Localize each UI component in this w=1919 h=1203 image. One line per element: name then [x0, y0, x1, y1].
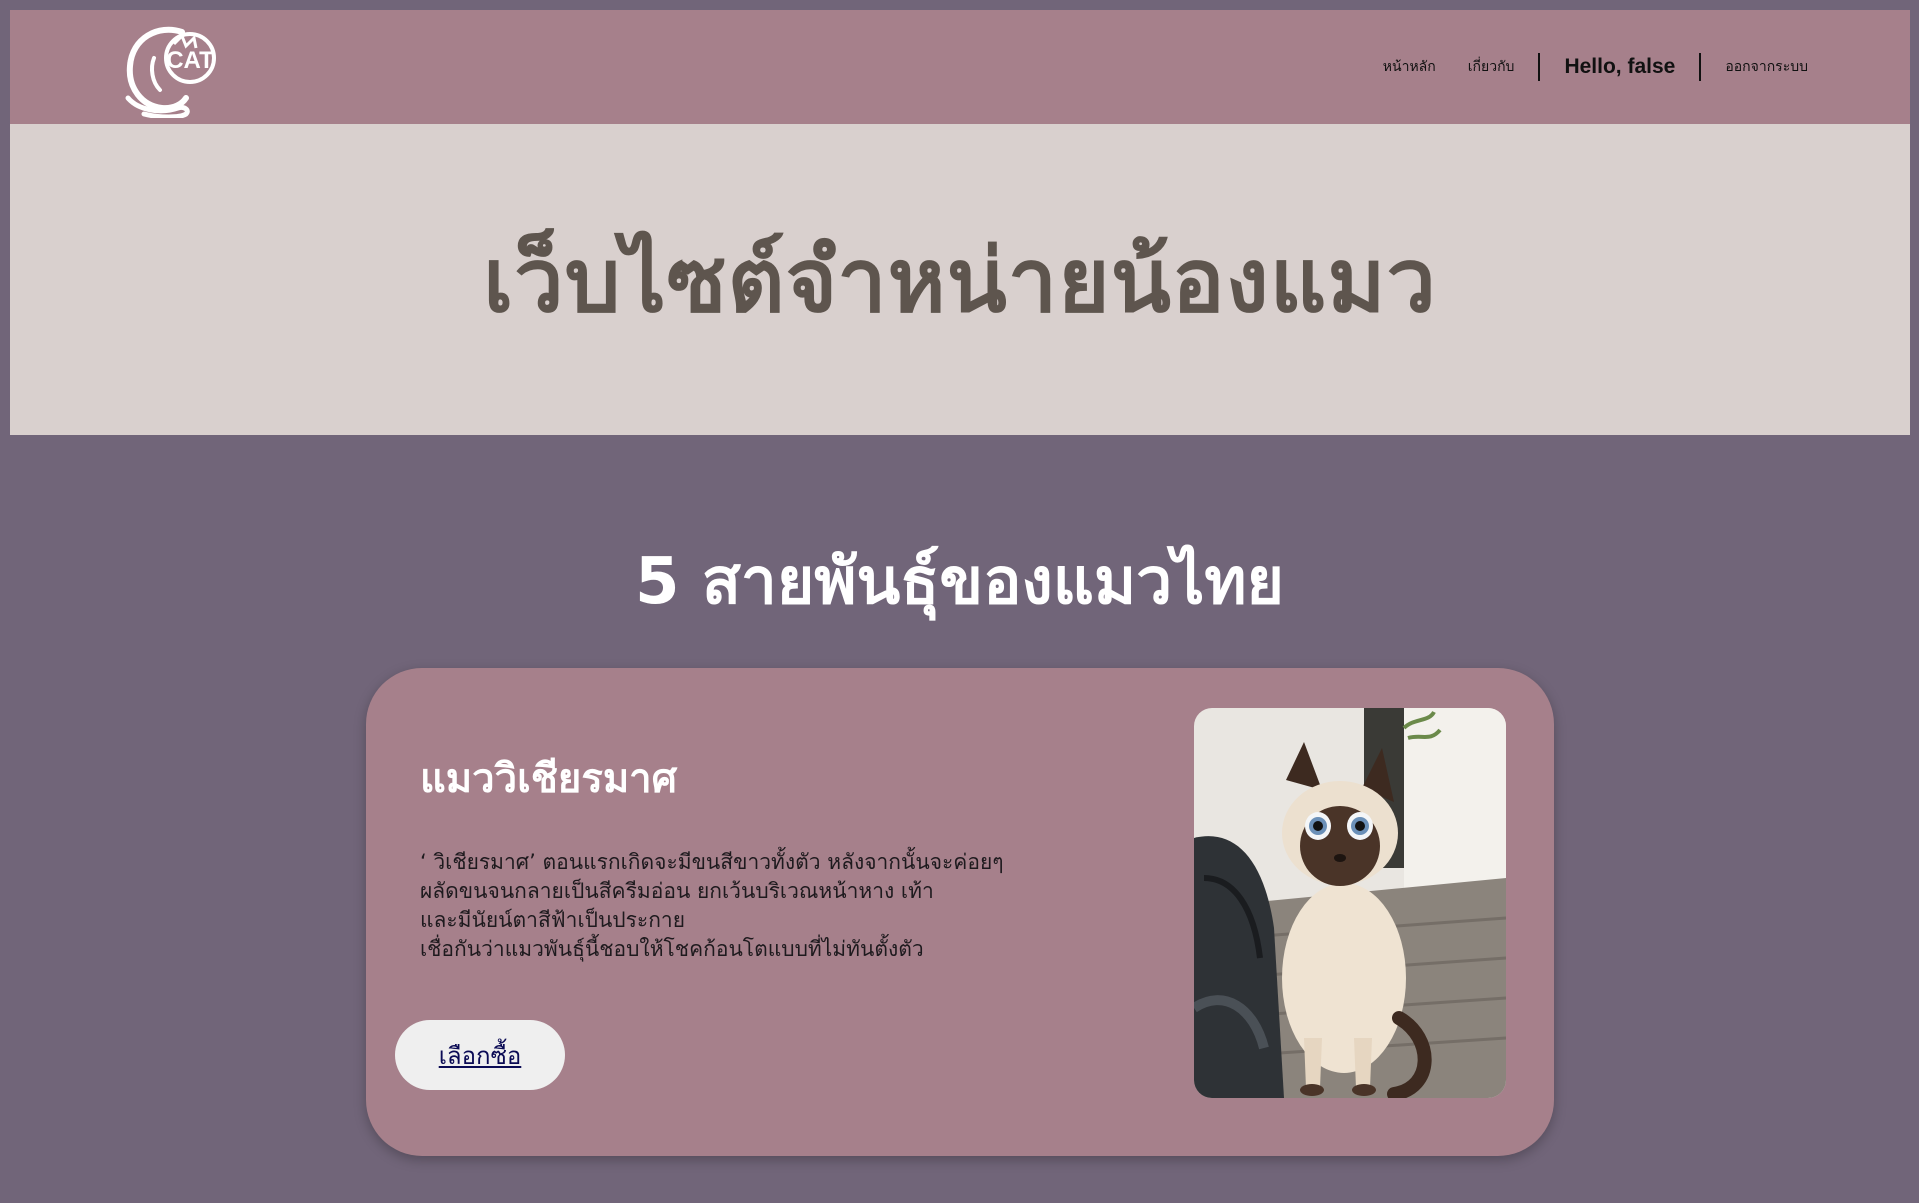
cat-logo-icon[interactable]: CAT [120, 18, 220, 120]
hero-banner: เว็บไซต์จำหน่ายน้องแมว [10, 124, 1910, 435]
description-line: และมีนัยน์ตาสีฟ้าเป็นประกาย [420, 908, 686, 932]
description-line: ‘ วิเชียรมาศ’ ตอนแรกเกิดจะมีขนสีขาวทั้งต… [420, 850, 1004, 874]
user-greeting: Hello, false [1564, 55, 1676, 78]
nav-divider [1699, 53, 1702, 81]
description-line: ผลัดขนจนกลายเป็นสีครีมอ่อน ยกเว้นบริเวณห… [420, 879, 934, 903]
hero-title: เว็บไซต์จำหน่ายน้องแมว [483, 228, 1437, 332]
nav-logout-link[interactable]: ออกจากระบบ [1725, 56, 1808, 78]
cat-breed-card: แมววิเชียรมาศ ‘ วิเชียรมาศ’ ตอนแรกเกิดจะ… [366, 668, 1554, 1156]
nav-divider [1538, 53, 1541, 81]
card-title: แมววิเชียรมาศ [420, 756, 678, 802]
main-nav: หน้าหลัก เกี่ยวกับ Hello, false ออกจากระ… [1367, 10, 1824, 124]
navbar: CAT หน้าหลัก เกี่ยวกับ Hello, false ออกจ… [10, 10, 1910, 124]
nav-about-link[interactable]: เกี่ยวกับ [1468, 56, 1515, 78]
description-line: เชื่อกันว่าแมวพันธุ์นี้ชอบให้โชคก้อนโตแบ… [420, 937, 924, 961]
nav-home-link[interactable]: หน้าหลัก [1383, 56, 1436, 78]
siamese-cat-photo [1194, 708, 1506, 1098]
section-title: 5 สายพันธุ์ของแมวไทย [635, 545, 1284, 619]
buy-button[interactable]: เลือกซื้อ [395, 1020, 565, 1090]
card-description: ‘ วิเชียรมาศ’ ตอนแรกเกิดจะมีขนสีขาวทั้งต… [420, 848, 1060, 964]
logo-text: CAT [166, 47, 214, 74]
